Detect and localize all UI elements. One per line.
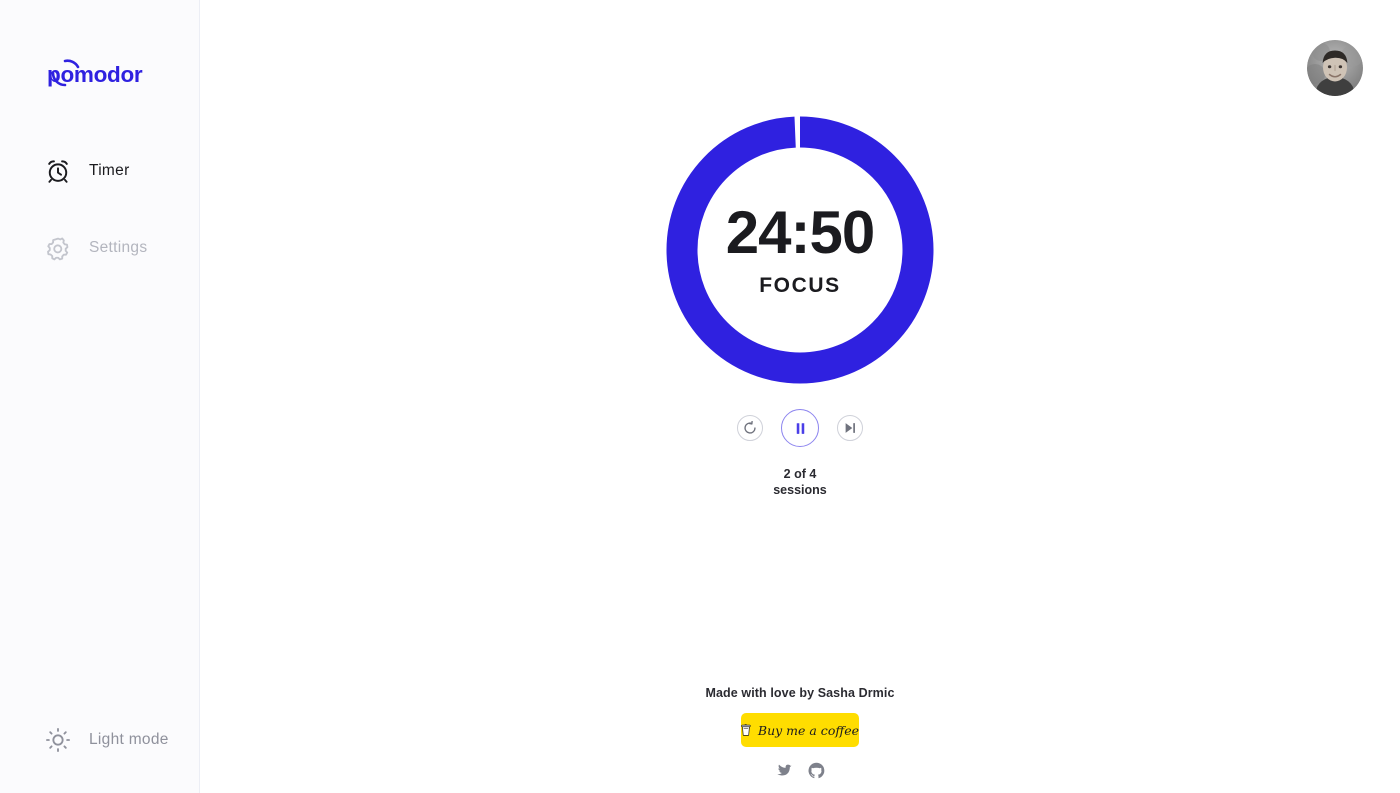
credit-text: Made with love by Sasha Drmic	[705, 686, 895, 700]
main-content: 24:50 FOCUS 2 of 4 sessions Made with lo…	[200, 0, 1400, 793]
footer: Made with love by Sasha Drmic Buy me a c…	[200, 686, 1400, 785]
timer-ring[interactable]: 24:50 FOCUS	[666, 116, 934, 384]
sidebar-item-timer-label: Timer	[89, 162, 130, 179]
pomodor-logo-icon: pomodor	[47, 59, 143, 87]
github-icon	[808, 762, 825, 779]
light-mode-label: Light mode	[89, 731, 169, 748]
session-counter: 2 of 4 sessions	[773, 467, 827, 499]
sidebar-item-settings-label: Settings	[89, 239, 148, 256]
sidebar-item-settings[interactable]: Settings	[0, 223, 200, 273]
sidebar-nav: Timer Settings	[0, 146, 200, 273]
coffee-cup-icon	[741, 724, 751, 736]
reset-button[interactable]	[737, 415, 763, 441]
twitter-link[interactable]	[774, 761, 793, 785]
skip-button[interactable]	[837, 415, 863, 441]
sun-icon	[46, 728, 70, 752]
social-links	[774, 761, 826, 785]
twitter-icon	[777, 764, 793, 776]
skip-forward-icon	[845, 423, 855, 433]
coffee-button-label: Buy me a coffee	[757, 722, 859, 738]
alarm-clock-icon	[48, 160, 68, 183]
buy-me-a-coffee-button[interactable]: Buy me a coffee	[741, 713, 859, 747]
timer-controls	[737, 409, 863, 447]
github-link[interactable]	[807, 761, 826, 785]
session-count: 2 of 4	[783, 467, 817, 481]
avatar[interactable]	[1307, 40, 1363, 96]
session-word: sessions	[773, 482, 827, 497]
brand-logo[interactable]: pomodor	[45, 55, 145, 95]
sidebar: pomodor Timer Settings Light mode	[0, 0, 200, 793]
user-avatar-icon	[1307, 40, 1363, 96]
gear-icon	[47, 237, 69, 261]
pause-icon	[796, 422, 804, 434]
pause-button[interactable]	[781, 409, 819, 447]
timer-progress-ring-icon	[666, 116, 934, 384]
light-mode-toggle[interactable]: Light mode	[45, 727, 169, 753]
app-root: pomodor Timer Settings Light mode 24:50 …	[0, 0, 1400, 793]
timer-section: 24:50 FOCUS 2 of 4 sessions	[200, 116, 1400, 499]
svg-text:pomodor: pomodor	[47, 62, 143, 87]
sidebar-item-timer[interactable]: Timer	[0, 146, 200, 196]
reset-icon	[744, 421, 756, 434]
